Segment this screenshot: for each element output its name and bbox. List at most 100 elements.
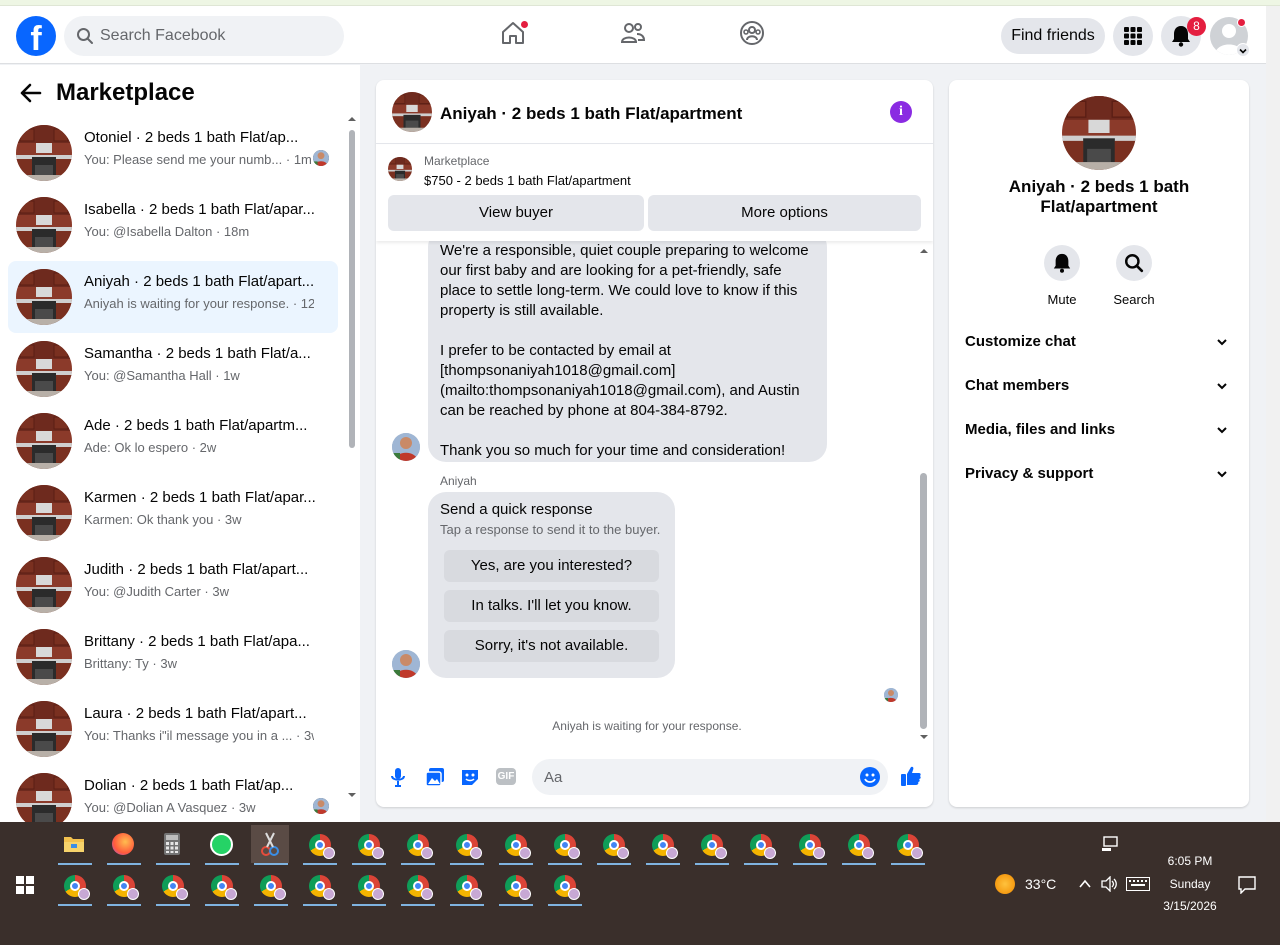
chrome-window-icon[interactable] xyxy=(300,866,338,906)
thumbs-up-icon[interactable] xyxy=(900,765,922,787)
temperature[interactable]: 33°C xyxy=(1025,876,1056,892)
message-input[interactable] xyxy=(544,759,844,795)
emoji-icon[interactable] xyxy=(860,767,880,787)
chrome-window-icon[interactable] xyxy=(545,825,583,865)
page-scrollbar[interactable] xyxy=(1266,6,1280,822)
firefox-icon[interactable] xyxy=(104,825,142,865)
whatsapp-icon[interactable] xyxy=(202,825,240,865)
search-action[interactable]: Search xyxy=(1104,245,1164,307)
info-icon[interactable]: i xyxy=(890,101,912,123)
snippet-text: You: Please send me your numb... xyxy=(84,152,283,167)
chrome-window-icon[interactable] xyxy=(153,866,191,906)
chrome-window-icon[interactable] xyxy=(839,825,877,865)
message-input-box[interactable] xyxy=(532,759,888,795)
chrome-window-icon[interactable] xyxy=(300,825,338,865)
notification-center-icon[interactable] xyxy=(1238,876,1256,894)
file-explorer-icon[interactable] xyxy=(55,825,93,865)
chrome-window-icon[interactable] xyxy=(349,866,387,906)
conversation-list-scrollbar[interactable] xyxy=(346,115,358,822)
conversation-item[interactable]: Samantha · 2 beds 1 bath Flat/a... You: @… xyxy=(8,333,338,405)
search-box[interactable] xyxy=(64,16,344,56)
clock-date[interactable]: 3/15/2026 xyxy=(1150,899,1230,913)
chrome-window-icon[interactable] xyxy=(104,866,142,906)
conversation-item[interactable]: Otoniel · 2 beds 1 bath Flat/ap... You: P… xyxy=(8,117,338,189)
facebook-logo[interactable]: f xyxy=(16,16,56,56)
chrome-window-icon[interactable] xyxy=(741,825,779,865)
scrollbar-thumb[interactable] xyxy=(349,130,355,448)
chrome-window-icon[interactable] xyxy=(496,825,534,865)
listing-price-title[interactable]: $750 - 2 beds 1 bath Flat/apartment xyxy=(424,173,631,188)
listing-thumbnail[interactable] xyxy=(392,92,432,132)
search-input[interactable] xyxy=(100,16,336,56)
conversation-item[interactable]: Brittany · 2 beds 1 bath Flat/apa... Brit… xyxy=(8,621,338,693)
weather-sun-icon[interactable] xyxy=(995,874,1015,894)
view-buyer-button[interactable]: View buyer xyxy=(388,195,644,231)
chrome-window-icon[interactable] xyxy=(398,825,436,865)
chrome-window-icon[interactable] xyxy=(594,825,632,865)
chevron-up-icon[interactable] xyxy=(1078,878,1092,890)
snippet-time: · 12h xyxy=(292,296,314,311)
section-label: Chat members xyxy=(965,377,1070,394)
groups-icon[interactable] xyxy=(739,20,765,46)
scroll-down-arrow-icon[interactable] xyxy=(348,791,356,799)
conversation-item[interactable]: Karmen · 2 beds 1 bath Flat/apar... Karme… xyxy=(8,477,338,549)
conversation-item[interactable]: Laura · 2 beds 1 bath Flat/apart... You: … xyxy=(8,693,338,765)
listing-thumbnail xyxy=(16,773,72,822)
quick-response-option[interactable]: Yes, are you interested? xyxy=(444,550,659,582)
scrollbar-thumb[interactable] xyxy=(920,473,927,729)
chrome-window-icon[interactable] xyxy=(349,825,387,865)
gif-icon[interactable]: GIF xyxy=(496,768,516,785)
chrome-window-icon[interactable] xyxy=(888,825,926,865)
conversation-item[interactable]: Isabella · 2 beds 1 bath Flat/apar... You… xyxy=(8,189,338,261)
chrome-window-icon[interactable] xyxy=(447,866,485,906)
microphone-icon[interactable] xyxy=(390,767,406,787)
conversation-item[interactable]: Judith · 2 beds 1 bath Flat/apart... You:… xyxy=(8,549,338,621)
chat-members-section[interactable]: Chat members xyxy=(965,377,1235,401)
privacy-support-section[interactable]: Privacy & support xyxy=(965,465,1235,489)
back-arrow-icon[interactable] xyxy=(20,83,42,103)
friends-icon[interactable] xyxy=(620,20,646,46)
buyer-avatar[interactable] xyxy=(392,650,420,678)
snippet-time: · 3w xyxy=(152,656,177,671)
speaker-icon[interactable] xyxy=(1101,876,1119,892)
buyer-avatar[interactable] xyxy=(392,433,420,461)
photo-icon[interactable] xyxy=(425,767,445,787)
mute-action[interactable]: Mute xyxy=(1032,245,1092,307)
conversation-item[interactable]: Aniyah · 2 beds 1 bath Flat/apart... Aniy… xyxy=(8,261,338,333)
find-friends-button[interactable]: Find friends xyxy=(1001,18,1105,54)
calculator-icon[interactable] xyxy=(153,825,191,865)
chrome-window-icon[interactable] xyxy=(692,825,730,865)
quick-response-option[interactable]: Sorry, it's not available. xyxy=(444,630,659,662)
scroll-down-arrow-icon[interactable] xyxy=(920,733,928,741)
listing-mini-thumbnail[interactable] xyxy=(388,157,412,181)
more-options-button[interactable]: More options xyxy=(648,195,921,231)
keyboard-icon[interactable] xyxy=(1126,877,1150,891)
menu-button[interactable] xyxy=(1113,16,1153,56)
scroll-up-arrow-icon[interactable] xyxy=(920,247,928,255)
customize-chat-section[interactable]: Customize chat xyxy=(965,333,1235,357)
chat-title[interactable]: Aniyah · 2 beds 1 bath Flat/apartment xyxy=(440,104,742,124)
quick-response-option[interactable]: In talks. I'll let you know. xyxy=(444,590,659,622)
chrome-window-icon[interactable] xyxy=(790,825,828,865)
chrome-window-icon[interactable] xyxy=(398,866,436,906)
network-icon[interactable] xyxy=(1101,836,1119,852)
chrome-window-icon[interactable] xyxy=(496,866,534,906)
chrome-window-icon[interactable] xyxy=(55,866,93,906)
conversation-item[interactable]: Ade · 2 beds 1 bath Flat/apartm... Ade: O… xyxy=(8,405,338,477)
windows-start-icon[interactable] xyxy=(16,876,34,894)
media-files-links-section[interactable]: Media, files and links xyxy=(965,421,1235,445)
scroll-up-arrow-icon[interactable] xyxy=(348,115,356,123)
snipping-tool-icon[interactable] xyxy=(251,825,289,865)
clock-day[interactable]: Sunday xyxy=(1150,877,1230,891)
clock-time[interactable]: 6:05 PM xyxy=(1150,854,1230,868)
chrome-window-icon[interactable] xyxy=(643,825,681,865)
chrome-window-icon[interactable] xyxy=(202,866,240,906)
account-chevron[interactable] xyxy=(1236,43,1250,57)
chrome-window-icon[interactable] xyxy=(545,866,583,906)
conversation-item[interactable]: Dolian · 2 beds 1 bath Flat/ap... You: @D… xyxy=(8,765,338,822)
chrome-window-icon[interactable] xyxy=(251,866,289,906)
message-thread-scrollbar[interactable] xyxy=(917,241,931,747)
chrome-window-icon[interactable] xyxy=(447,825,485,865)
listing-photo[interactable] xyxy=(1062,96,1136,170)
sticker-icon[interactable] xyxy=(460,767,480,787)
